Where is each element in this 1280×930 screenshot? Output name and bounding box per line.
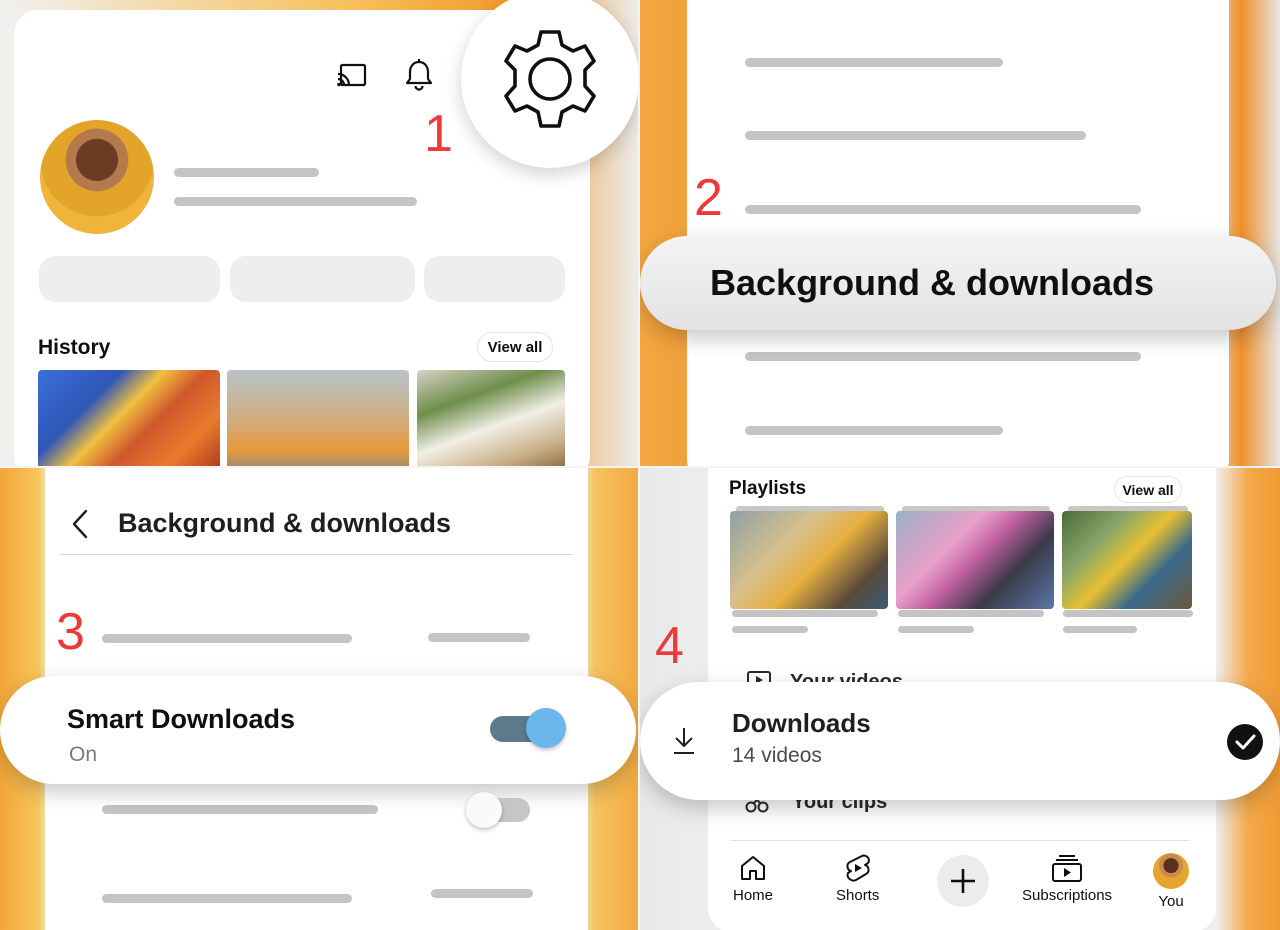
gear-icon[interactable] <box>501 28 599 130</box>
smart-downloads-setting[interactable]: Smart Downloads On <box>0 676 636 784</box>
history-thumbnail-1[interactable] <box>38 370 220 468</box>
history-heading: History <box>38 336 111 359</box>
playlist-meta-placeholder-3 <box>1063 626 1137 633</box>
playlists-heading: Playlists <box>729 478 807 499</box>
playlist-title-placeholder-3 <box>1063 610 1193 617</box>
background-downloads-menu-item[interactable]: Background & downloads <box>640 236 1276 330</box>
subscriptions-icon <box>1052 855 1083 882</box>
smart-downloads-title: Smart Downloads <box>67 704 296 734</box>
settings-item-placeholder-5[interactable] <box>745 426 1003 435</box>
check-circle-icon <box>1227 724 1263 760</box>
downloads-title: Downloads <box>732 708 871 738</box>
playlists-view-all-button[interactable]: View all <box>1114 476 1182 503</box>
profile-chip-3[interactable] <box>424 256 565 302</box>
setting-value-placeholder-3 <box>431 889 533 898</box>
channel-name-placeholder <box>174 168 319 177</box>
smart-downloads-status: On <box>69 743 98 766</box>
secondary-setting-toggle[interactable] <box>466 792 532 828</box>
quadrant-divider-vertical <box>638 0 640 930</box>
create-button[interactable] <box>937 855 989 907</box>
playlist-thumbnail-2[interactable] <box>896 511 1054 609</box>
setting-value-placeholder-1 <box>428 633 530 642</box>
nav-subscriptions-label: Subscriptions <box>1022 887 1113 904</box>
settings-item-placeholder-2[interactable] <box>745 131 1086 140</box>
shorts-icon <box>846 854 870 882</box>
settings-item-placeholder-3[interactable] <box>745 205 1141 214</box>
step-number-3: 3 <box>56 603 85 661</box>
step-number-1: 1 <box>424 105 453 163</box>
step-2-settings-panel: 2 Background & downloads <box>640 0 1280 468</box>
history-view-all-button[interactable]: View all <box>477 332 553 362</box>
cast-icon[interactable] <box>336 62 368 90</box>
bottom-navigation-bar: Home Shorts Subscriptions You <box>730 840 1190 930</box>
nav-home[interactable]: Home <box>733 853 773 904</box>
plus-icon <box>951 869 975 893</box>
toggle-knob <box>466 792 502 828</box>
nav-you-label: You <box>1158 893 1184 910</box>
chevron-left-icon[interactable] <box>70 508 90 540</box>
background-downloads-label: Background & downloads <box>710 262 1155 303</box>
step-number-4: 4 <box>655 617 684 675</box>
playlist-thumbnail-1[interactable] <box>730 511 888 609</box>
playlist-thumbnail-3[interactable] <box>1062 511 1192 609</box>
history-thumbnail-2[interactable] <box>227 370 409 468</box>
home-icon <box>741 856 765 880</box>
nav-subscriptions[interactable]: Subscriptions <box>1022 853 1112 904</box>
download-icon <box>674 728 694 754</box>
nav-home-label: Home <box>733 887 774 904</box>
nav-shorts-label: Shorts <box>836 887 880 904</box>
step-1-profile-panel: History View all 1 <box>0 0 640 468</box>
downloads-count: 14 videos <box>732 744 822 767</box>
header-divider <box>60 554 573 555</box>
nav-you[interactable]: You <box>1153 853 1189 910</box>
playlist-title-placeholder-2 <box>898 610 1044 617</box>
page-title: Background & downloads <box>118 508 452 538</box>
nav-shorts[interactable]: Shorts <box>836 853 879 904</box>
downloads-item[interactable]: Downloads 14 videos <box>640 682 1280 800</box>
playlist-meta-placeholder-2 <box>898 626 974 633</box>
profile-chip-2[interactable] <box>230 256 415 302</box>
setting-label-placeholder-3 <box>102 894 352 903</box>
avatar <box>1153 853 1189 889</box>
step-4-library-panel: Playlists View all Your videos Your clip… <box>640 468 1280 930</box>
history-thumbnail-3[interactable] <box>417 370 565 468</box>
step-3-background-downloads-panel: Background & downloads 3 Smart Downloads… <box>0 468 640 930</box>
settings-item-placeholder-1[interactable] <box>745 58 1003 67</box>
setting-label-placeholder-2 <box>102 805 378 814</box>
profile-avatar[interactable] <box>40 120 154 234</box>
playlist-title-placeholder-1 <box>732 610 878 617</box>
quadrant-divider-horizontal <box>0 466 1280 468</box>
playlist-meta-placeholder-1 <box>732 626 808 633</box>
settings-highlight-bubble[interactable] <box>461 0 639 168</box>
profile-chip-1[interactable] <box>39 256 220 302</box>
settings-item-placeholder-4[interactable] <box>745 352 1141 361</box>
setting-label-placeholder-1 <box>102 634 352 643</box>
settings-list-card <box>687 0 1229 468</box>
smart-downloads-toggle[interactable] <box>490 706 568 748</box>
step-number-2: 2 <box>694 169 723 227</box>
channel-handle-placeholder <box>174 197 417 206</box>
toggle-knob <box>526 708 566 748</box>
bell-icon[interactable] <box>404 58 434 92</box>
